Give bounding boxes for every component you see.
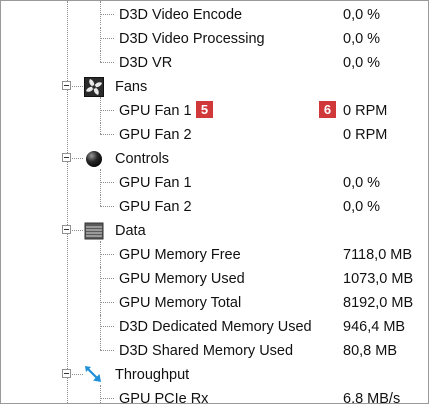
collapse-toggle[interactable] <box>62 369 71 378</box>
tree-row-gpu-fan-2[interactable]: GPU Fan 2 0 RPM <box>1 123 428 147</box>
sensor-value: 946,4 MB <box>343 319 406 335</box>
tree-guide-line <box>100 302 114 303</box>
collapse-toggle[interactable] <box>62 225 71 234</box>
tree-category-fans[interactable]: Fans <box>1 75 428 99</box>
tree-guide-line <box>100 254 114 255</box>
tree-guide-line <box>100 38 114 39</box>
tree-row-control-gpu-fan-2[interactable]: GPU Fan 2 0,0 % <box>1 195 428 219</box>
category-label: Controls <box>115 151 169 167</box>
category-label: Fans <box>115 79 148 95</box>
tree-guide-line <box>100 398 114 399</box>
tree-guide-line <box>100 123 101 134</box>
sensor-label: D3D VR <box>119 55 173 71</box>
tree-row-control-gpu-fan-1[interactable]: GPU Fan 1 0,0 % <box>1 169 428 195</box>
tree-guide-line <box>100 27 101 51</box>
sensor-label: GPU Memory Total <box>119 295 242 311</box>
sensor-value: 0,0 % <box>343 31 381 47</box>
sensor-label: GPU Fan 2 <box>119 199 192 215</box>
tree-row-gpu-fan-1[interactable]: GPU Fan 1 5 6 0 RPM <box>1 97 428 123</box>
sensor-label: D3D Video Encode <box>119 7 243 23</box>
tree-row-gpu-memory-used[interactable]: GPU Memory Used 1073,0 MB <box>1 267 428 291</box>
tree-guide-line <box>100 291 101 315</box>
tree-row-gpu-pcie-rx[interactable]: GPU PCIe Rx 6,8 MB/s <box>1 385 428 404</box>
sensor-label: D3D Shared Memory Used <box>119 343 294 359</box>
tree-guide-line <box>100 206 114 207</box>
sensor-label: GPU Fan 2 <box>119 127 192 143</box>
tree-guide-line <box>100 267 101 291</box>
sensor-value: 0,0 % <box>343 7 381 23</box>
tree-guide-line <box>72 230 83 231</box>
sensor-label: GPU Memory Free <box>119 247 241 263</box>
sensor-value: 6,8 MB/s <box>343 391 401 404</box>
tree-guide-line <box>100 182 114 183</box>
sensor-label: GPU PCIe Rx <box>119 391 209 404</box>
sensor-label: D3D Dedicated Memory Used <box>119 319 312 335</box>
tree-guide-line <box>100 62 114 63</box>
tree-category-controls[interactable]: Controls <box>1 147 428 171</box>
tree-guide-line <box>100 339 101 350</box>
tree-guide-line <box>100 14 114 15</box>
sensor-tree-view[interactable]: D3D Video Encode 0,0 % D3D Video Process… <box>0 0 429 404</box>
tree-guide-line <box>100 134 114 135</box>
sensor-value: 0,0 % <box>343 199 381 215</box>
tree-row-d3d-video-encode[interactable]: D3D Video Encode 0,0 % <box>1 1 428 27</box>
sensor-label: D3D Video Processing <box>119 31 265 47</box>
sensor-value: 0 RPM <box>343 127 388 143</box>
throughput-arrows-icon <box>85 366 101 382</box>
tree-guide-line <box>72 374 83 375</box>
tree-guide-line <box>100 326 114 327</box>
sensor-value: 8192,0 MB <box>343 295 414 311</box>
tree-guide-line <box>100 195 101 206</box>
category-label: Throughput <box>115 367 190 383</box>
tree-row-d3d-vr[interactable]: D3D VR 0,0 % <box>1 51 428 75</box>
sensor-label: GPU Fan 1 <box>119 103 192 119</box>
tree-category-throughput[interactable]: Throughput <box>1 363 428 387</box>
tree-guide-line <box>100 278 114 279</box>
collapse-toggle[interactable] <box>62 81 71 90</box>
tree-row-d3d-video-processing[interactable]: D3D Video Processing 0,0 % <box>1 27 428 51</box>
category-label: Data <box>115 223 146 239</box>
tree-guide-line <box>100 350 114 351</box>
tree-row-d3d-dedicated-memory-used[interactable]: D3D Dedicated Memory Used 946,4 MB <box>1 315 428 339</box>
tree-guide-line <box>100 315 101 339</box>
tree-category-data[interactable]: Data <box>1 219 428 243</box>
tree-guide-line <box>100 385 101 403</box>
tree-guide-line <box>100 1 101 25</box>
tree-row-gpu-memory-free[interactable]: GPU Memory Free 7118,0 MB <box>1 241 428 267</box>
sensor-value: 1073,0 MB <box>343 271 414 287</box>
tree-guide-line <box>72 86 83 87</box>
sensor-value: 0,0 % <box>343 55 381 71</box>
tree-row-gpu-memory-total[interactable]: GPU Memory Total 8192,0 MB <box>1 291 428 315</box>
tree-guide-line <box>100 110 114 111</box>
sensor-value: 80,8 MB <box>343 343 397 359</box>
sensor-label: GPU Memory Used <box>119 271 245 287</box>
sensor-label: GPU Fan 1 <box>119 175 192 191</box>
tree-guide-line <box>72 158 83 159</box>
collapse-toggle[interactable] <box>62 153 71 162</box>
callout-badge: 6 <box>319 101 336 118</box>
sensor-value: 0,0 % <box>343 175 381 191</box>
sensor-value: 7118,0 MB <box>343 247 413 263</box>
tree-row-d3d-shared-memory-used[interactable]: D3D Shared Memory Used 80,8 MB <box>1 339 428 363</box>
tree-guide-line <box>100 51 101 62</box>
sensor-value: 0 RPM <box>343 103 388 119</box>
fan-icon <box>84 77 104 97</box>
data-table-icon <box>84 222 104 240</box>
callout-badge: 5 <box>196 101 213 118</box>
controls-knob-icon <box>86 151 102 167</box>
